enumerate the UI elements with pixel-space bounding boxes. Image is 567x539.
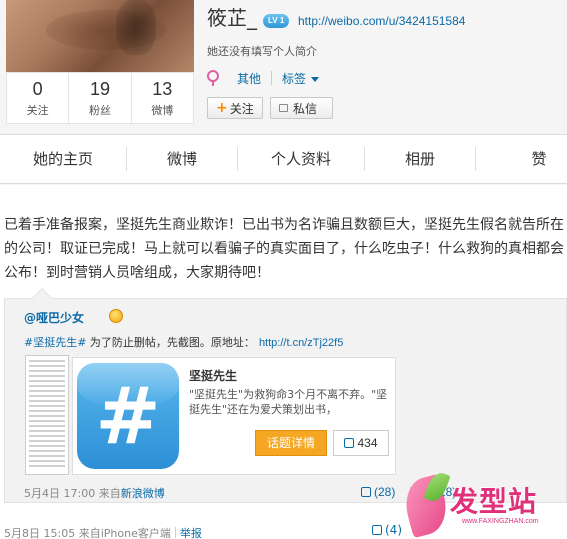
- verified-badge-icon: [109, 309, 123, 323]
- thumbnail-text-line: [29, 370, 65, 372]
- thumbnail-text-line: [29, 455, 65, 457]
- thumbnail-text-line: [29, 360, 65, 362]
- thumbnail-text-line: [29, 375, 65, 377]
- tab-weibo[interactable]: 微博: [127, 135, 237, 183]
- repost-pointer: [32, 288, 52, 308]
- tags-label: 标签: [282, 71, 307, 86]
- other-link[interactable]: 其他: [237, 70, 261, 87]
- stat-posts-count: 13: [152, 79, 173, 99]
- thumbnail-text-line: [29, 460, 65, 462]
- watermark-url: www.FAXINGZHAN.com: [462, 518, 539, 525]
- thumbnail-text-line: [29, 425, 65, 427]
- stat-followers-label: 粉丝: [88, 104, 111, 117]
- follow-button[interactable]: + 关注: [207, 97, 263, 119]
- female-icon: [207, 70, 219, 86]
- thumbnail-text-line: [29, 440, 65, 442]
- thumbnail-text-line: [29, 435, 65, 437]
- site-watermark: 发型站 www.FAXINGZHAN.com: [399, 469, 567, 539]
- stat-following-label: 关注: [26, 104, 49, 117]
- topic-card-title[interactable]: 坚挺先生: [189, 367, 237, 384]
- profile-tabs: 她的主页 微博 个人资料 相册 赞: [0, 134, 567, 184]
- meta-divider: [271, 71, 273, 85]
- thumbnail-text-line: [29, 365, 65, 367]
- profile-home-url[interactable]: http://weibo.com/u/3424151584: [298, 14, 465, 28]
- thumbnail-text-line: [29, 390, 65, 392]
- original-post-time[interactable]: 5月4日 17:00: [24, 487, 95, 500]
- plus-icon: +: [216, 100, 228, 116]
- profile-bio: 她还没有填写个人简介: [207, 45, 317, 58]
- level-badge[interactable]: LV 1: [263, 14, 290, 28]
- message-label: 私信: [293, 101, 318, 116]
- report-link[interactable]: 举报: [180, 527, 202, 539]
- thumbnail-text-line: [29, 380, 65, 382]
- tab-her-home[interactable]: 她的主页: [0, 135, 126, 183]
- original-post-body: 为了防止删帖，先截图。原地址：: [86, 336, 255, 349]
- original-post-footer: 5月4日 17:00 来自新浪微博: [24, 485, 165, 501]
- topic-card: # 坚挺先生 "坚挺先生"为救狗命3个月不离不弃。"坚挺先生"还在为爱犬策划出书…: [72, 357, 396, 475]
- original-post-text: #坚挺先生# 为了防止删帖，先截图。原地址： http://t.cn/zTj22f…: [24, 334, 343, 350]
- thumbnail-text-line: [29, 405, 65, 407]
- original-source-prefix: 来自: [98, 487, 121, 500]
- thumbnail-text-line: [29, 395, 65, 397]
- post-time[interactable]: 5月8日 15:05: [4, 527, 75, 539]
- follow-label: 关注: [229, 101, 254, 116]
- stat-followers-count: 19: [89, 79, 110, 99]
- screenshot-thumbnail[interactable]: [25, 355, 69, 475]
- chevron-down-icon: [311, 76, 320, 82]
- stat-following-count: 0: [32, 79, 43, 99]
- stat-posts[interactable]: 13 微博: [130, 73, 193, 123]
- hashtag-icon: #: [77, 363, 179, 469]
- footer-divider: [174, 527, 176, 538]
- thumbnail-text-line: [29, 445, 65, 447]
- original-like-button[interactable]: (28): [361, 485, 395, 499]
- tags-dropdown[interactable]: 标签: [282, 70, 320, 87]
- topic-detail-button[interactable]: 话题详情: [255, 430, 327, 456]
- thumbnail-text-line: [29, 450, 65, 452]
- thumbnail-text-line: [29, 465, 65, 467]
- profile-name: 筱芷_: [207, 6, 257, 30]
- thumbnail-text-line: [29, 400, 65, 402]
- post-source[interactable]: iPhone客户端: [101, 527, 171, 539]
- tab-album[interactable]: 相册: [365, 135, 475, 183]
- thumbnail-text-line: [29, 420, 65, 422]
- thumbnail-text-line: [29, 430, 65, 432]
- post-footer: 5月8日 15:05 来自iPhone客户端 举报: [4, 525, 202, 539]
- topic-like-count: 434: [357, 436, 378, 450]
- watermark-leaf-icon: [423, 469, 451, 505]
- post-source-prefix: 来自: [78, 527, 101, 539]
- stat-followers[interactable]: 19 粉丝: [68, 73, 130, 123]
- stat-posts-label: 微博: [151, 104, 174, 117]
- thumbs-up-icon: [344, 438, 355, 448]
- watermark-text: 发型站: [450, 485, 538, 518]
- thumbnail-text-line: [29, 415, 65, 417]
- topic-like-button[interactable]: 434: [333, 430, 389, 456]
- stat-following[interactable]: 0 关注: [7, 73, 68, 123]
- topic-card-description: "坚挺先生"为救狗命3个月不离不弃。"坚挺先生"还在为爱犬策划出书，: [189, 388, 388, 416]
- original-short-link[interactable]: http://t.cn/zTj22f5: [259, 337, 343, 349]
- profile-header: 0 关注 19 粉丝 13 微博 筱芷_ LV 1 http://weibo.c…: [0, 0, 567, 132]
- thumbnail-text-line: [29, 385, 65, 387]
- post-text: 已着手准备报案，坚挺先生商业欺诈！已出书为名诈骗且数额巨大，坚挺先生假名就告所在…: [4, 217, 564, 281]
- topic-link[interactable]: #坚挺先生#: [24, 336, 86, 349]
- tab-likes[interactable]: 赞: [476, 135, 567, 183]
- thumbnail-text-line: [29, 410, 65, 412]
- post-like-button[interactable]: (4): [372, 523, 402, 537]
- profile-cover-photo: [6, 0, 194, 72]
- thumbs-up-icon: [372, 525, 382, 535]
- profile-meta-row: 其他 标签: [207, 69, 320, 87]
- message-icon: [279, 104, 288, 112]
- message-button[interactable]: 私信: [270, 97, 333, 119]
- tab-profile-info[interactable]: 个人资料: [238, 135, 364, 183]
- thumbs-up-icon: [361, 487, 371, 497]
- original-post-source[interactable]: 新浪微博: [121, 487, 165, 500]
- original-like-count: (28): [374, 485, 396, 499]
- original-author-link[interactable]: @哑巴少女: [24, 309, 84, 326]
- profile-stats: 0 关注 19 粉丝 13 微博: [6, 72, 194, 124]
